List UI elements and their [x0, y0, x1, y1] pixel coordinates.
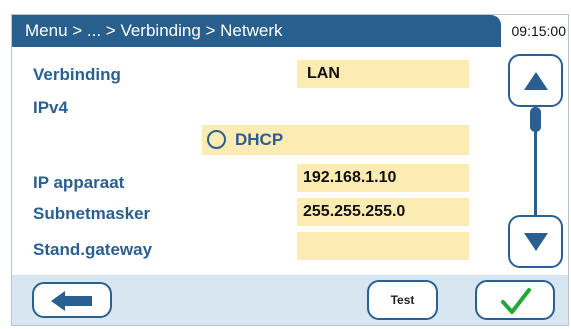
breadcrumb: Menu > ... > Verbinding > Netwerk: [12, 15, 501, 47]
triangle-down-icon: [524, 233, 548, 251]
verbinding-field[interactable]: LAN: [297, 60, 469, 88]
gateway-label: Stand.gateway: [33, 240, 153, 259]
checkmark-icon: [501, 288, 531, 314]
subnet-mask-field[interactable]: 255.255.255.0: [297, 198, 469, 226]
verbinding-label: Verbinding: [33, 65, 121, 84]
gateway-field[interactable]: [297, 232, 469, 260]
dhcp-option[interactable]: DHCP: [202, 125, 469, 155]
back-button[interactable]: [32, 282, 112, 318]
subnet-mask-label: Subnetmasker: [33, 204, 151, 223]
ip-address-field[interactable]: 192.168.1.10: [297, 164, 469, 192]
dhcp-label: DHCP: [235, 130, 284, 149]
dhcp-radio[interactable]: [207, 130, 226, 149]
arrow-left-icon: [51, 291, 92, 311]
screen-frame: Menu > ... > Verbinding > Netwerk 09:15:…: [11, 14, 569, 326]
ip-address-label: IP apparaat: [33, 173, 125, 192]
footer-bar: Test: [12, 275, 568, 325]
clock: 09:15:00: [511, 23, 567, 39]
test-button[interactable]: Test: [367, 280, 438, 320]
scroll-down-button[interactable]: [508, 215, 563, 268]
triangle-up-icon: [524, 72, 548, 90]
title-bar: Menu > ... > Verbinding > Netwerk 09:15:…: [12, 15, 568, 47]
scroll-thumb[interactable]: [530, 107, 541, 132]
ipv4-label: IPv4: [33, 98, 68, 117]
scroll-up-button[interactable]: [508, 54, 563, 107]
confirm-button[interactable]: [475, 280, 555, 320]
